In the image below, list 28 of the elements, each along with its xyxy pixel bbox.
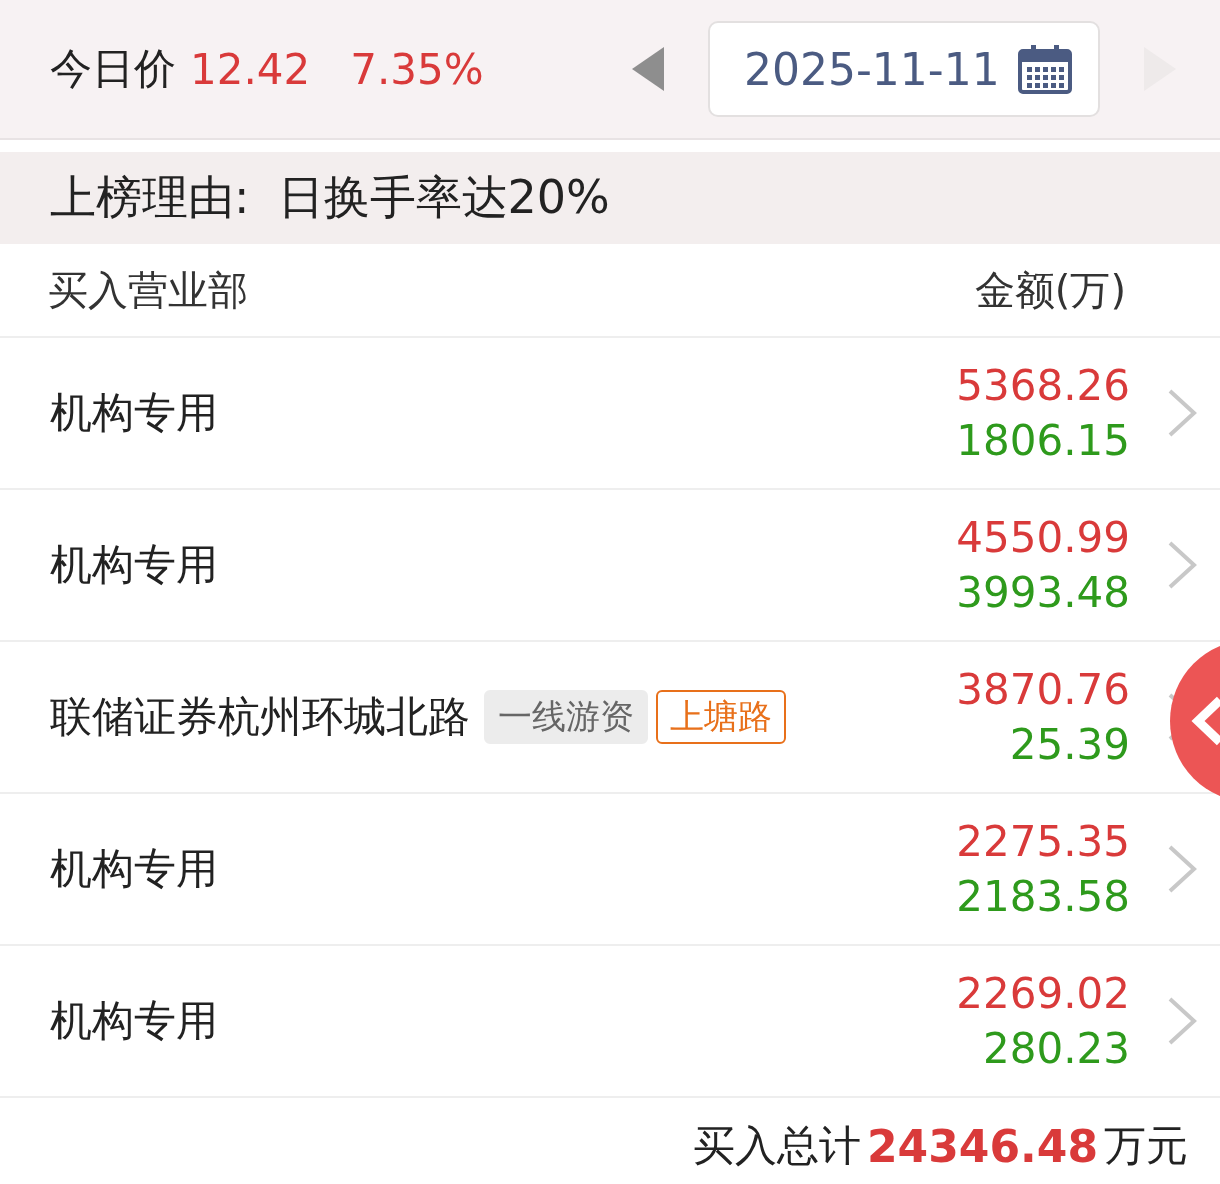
sell-amount: 1806.15 (956, 416, 1130, 465)
buy-amount: 2269.02 (956, 969, 1130, 1018)
column-header: 金额(万) (974, 265, 1126, 315)
price-label: 今日价 (50, 43, 176, 95)
reason-label: 上榜理由: (50, 169, 250, 226)
broker-tag: 一线游资 (484, 690, 648, 744)
date-picker[interactable]: 2025-11-11 (708, 21, 1100, 117)
sell-amount: 25.39 (1009, 720, 1130, 769)
price-value: 12.42 (190, 44, 311, 94)
buy-amount: 2275.35 (956, 817, 1130, 866)
buy-amount: 5368.26 (956, 361, 1130, 410)
buy-amount: 3870.76 (956, 665, 1130, 714)
sell-amount: 2183.58 (956, 872, 1130, 921)
broker-tag: 上塘路 (656, 690, 786, 744)
broker-name: 机构专用 (50, 539, 218, 591)
buy-amount: 4550.99 (956, 513, 1130, 562)
sell-amount: 3993.48 (956, 568, 1130, 617)
reason-text: 日换手率达20% (277, 169, 610, 226)
broker-name: 机构专用 (50, 387, 218, 439)
broker-name: 机构专用 (50, 843, 218, 895)
sell-amount: 280.23 (983, 1024, 1130, 1073)
column-header: 买入营业部 (48, 265, 248, 315)
broker-name: 联储证券杭州环城北路 (50, 691, 470, 743)
total-label: 买入总计 (692, 1120, 861, 1172)
price-change: 7.35% (350, 44, 484, 94)
broker-name: 机构专用 (50, 995, 218, 1047)
total-unit: 万元 (1104, 1120, 1188, 1172)
total-value: 24346.48 (866, 1120, 1098, 1172)
